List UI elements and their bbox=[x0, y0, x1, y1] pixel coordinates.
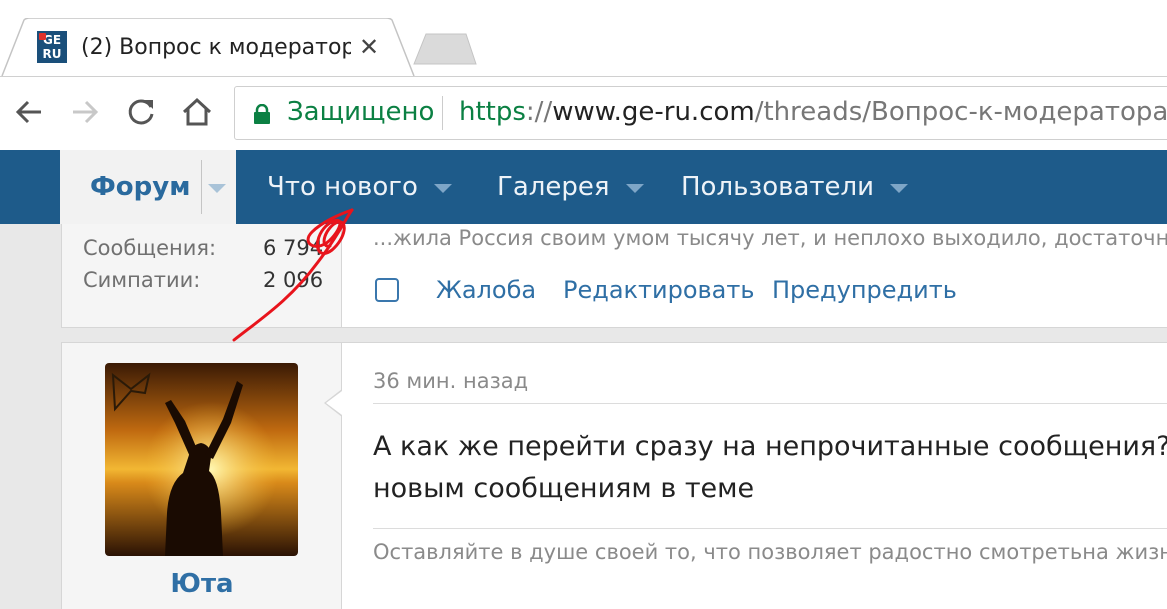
url-sep: :// bbox=[525, 97, 553, 127]
address-bar[interactable]: Защищено https://www.ge-ru.com/threads/В… bbox=[234, 86, 1167, 140]
message-line: А как же перейти сразу на непрочитанные … bbox=[373, 431, 1167, 462]
nav-item-label: Что нового bbox=[267, 172, 418, 202]
username-link[interactable]: Юта bbox=[62, 569, 342, 599]
chevron-down-icon[interactable] bbox=[433, 183, 452, 193]
divider bbox=[373, 528, 1167, 529]
tab-title: (2) Вопрос к модераторам bbox=[81, 35, 351, 60]
reload-icon[interactable] bbox=[124, 95, 158, 129]
new-tab-button[interactable] bbox=[412, 33, 478, 69]
stat-value-likes: 2 096 bbox=[263, 268, 324, 292]
stat-value-messages: 6 794 bbox=[263, 236, 324, 260]
nav-item-label: Пользователи bbox=[681, 172, 875, 202]
site-navbar: Форум Что нового Галерея Пользователи bbox=[0, 150, 1167, 224]
avatar[interactable] bbox=[105, 363, 298, 556]
site-favicon: GE RU bbox=[37, 31, 67, 63]
nav-item-whats-new[interactable]: Что нового bbox=[267, 172, 452, 202]
chevron-down-icon[interactable] bbox=[625, 183, 644, 193]
url-text: https://www.ge-ru.com/threads/Вопрос-к-м… bbox=[459, 97, 1167, 127]
user-info-panel: Сообщения: 6 794 Симпатии: 2 096 bbox=[62, 224, 342, 327]
page-content: Форум Что нового Галерея Пользователи Со… bbox=[0, 150, 1167, 609]
chevron-down-icon[interactable] bbox=[890, 183, 909, 193]
post-signature: ...жила Россия своим умом тысячу лет, и … bbox=[373, 226, 1167, 250]
back-icon[interactable] bbox=[12, 95, 46, 129]
divider bbox=[373, 403, 1167, 404]
message-line: новым сообщениям в теме bbox=[373, 473, 755, 504]
post-message: А как же перейти сразу на непрочитанные … bbox=[373, 426, 1167, 510]
edit-link[interactable]: Редактировать bbox=[563, 276, 755, 304]
user-info-panel: Юта bbox=[62, 343, 342, 609]
post-signature: Оставляйте в душе своей то, что позволяе… bbox=[373, 540, 1167, 564]
url-scheme: https bbox=[459, 97, 526, 127]
nav-item-gallery[interactable]: Галерея bbox=[497, 172, 644, 202]
warn-link[interactable]: Предупредить bbox=[772, 276, 957, 304]
post-current: Юта 36 мин. назад А как же перейти сразу… bbox=[61, 342, 1167, 609]
select-post-checkbox[interactable] bbox=[375, 278, 399, 302]
url-path: /threads/Вопрос-к-модераторам- bbox=[754, 97, 1167, 127]
lock-icon bbox=[254, 104, 270, 124]
post-timestamp[interactable]: 36 мин. назад bbox=[373, 369, 528, 393]
secure-label: Защищено bbox=[287, 97, 435, 127]
home-icon[interactable] bbox=[180, 95, 214, 129]
url-host: www.ge-ru.com bbox=[552, 97, 755, 127]
nav-item-forum[interactable]: Форум bbox=[60, 150, 236, 224]
nav-item-label: Галерея bbox=[497, 172, 610, 202]
forward-icon[interactable] bbox=[68, 95, 102, 129]
message-pointer-inner bbox=[326, 391, 342, 415]
stat-label-likes: Симпатии: bbox=[83, 268, 201, 292]
new-tab-icon bbox=[413, 33, 477, 65]
nav-divider bbox=[201, 160, 202, 214]
report-link[interactable]: Жалоба bbox=[436, 276, 536, 304]
post-previous: Сообщения: 6 794 Симпатии: 2 096 ...жила… bbox=[61, 224, 1167, 328]
browser-tab-strip: GE RU (2) Вопрос к модераторам ✕ bbox=[0, 0, 1167, 76]
omnibox-divider bbox=[442, 96, 443, 130]
nav-item-users[interactable]: Пользователи bbox=[681, 172, 909, 202]
nav-forum-label: Форум bbox=[90, 172, 191, 202]
browser-toolbar: Защищено https://www.ge-ru.com/threads/В… bbox=[0, 76, 1167, 150]
chevron-down-icon[interactable] bbox=[208, 184, 226, 193]
close-icon[interactable]: ✕ bbox=[359, 33, 379, 61]
stat-label-messages: Сообщения: bbox=[83, 236, 217, 260]
